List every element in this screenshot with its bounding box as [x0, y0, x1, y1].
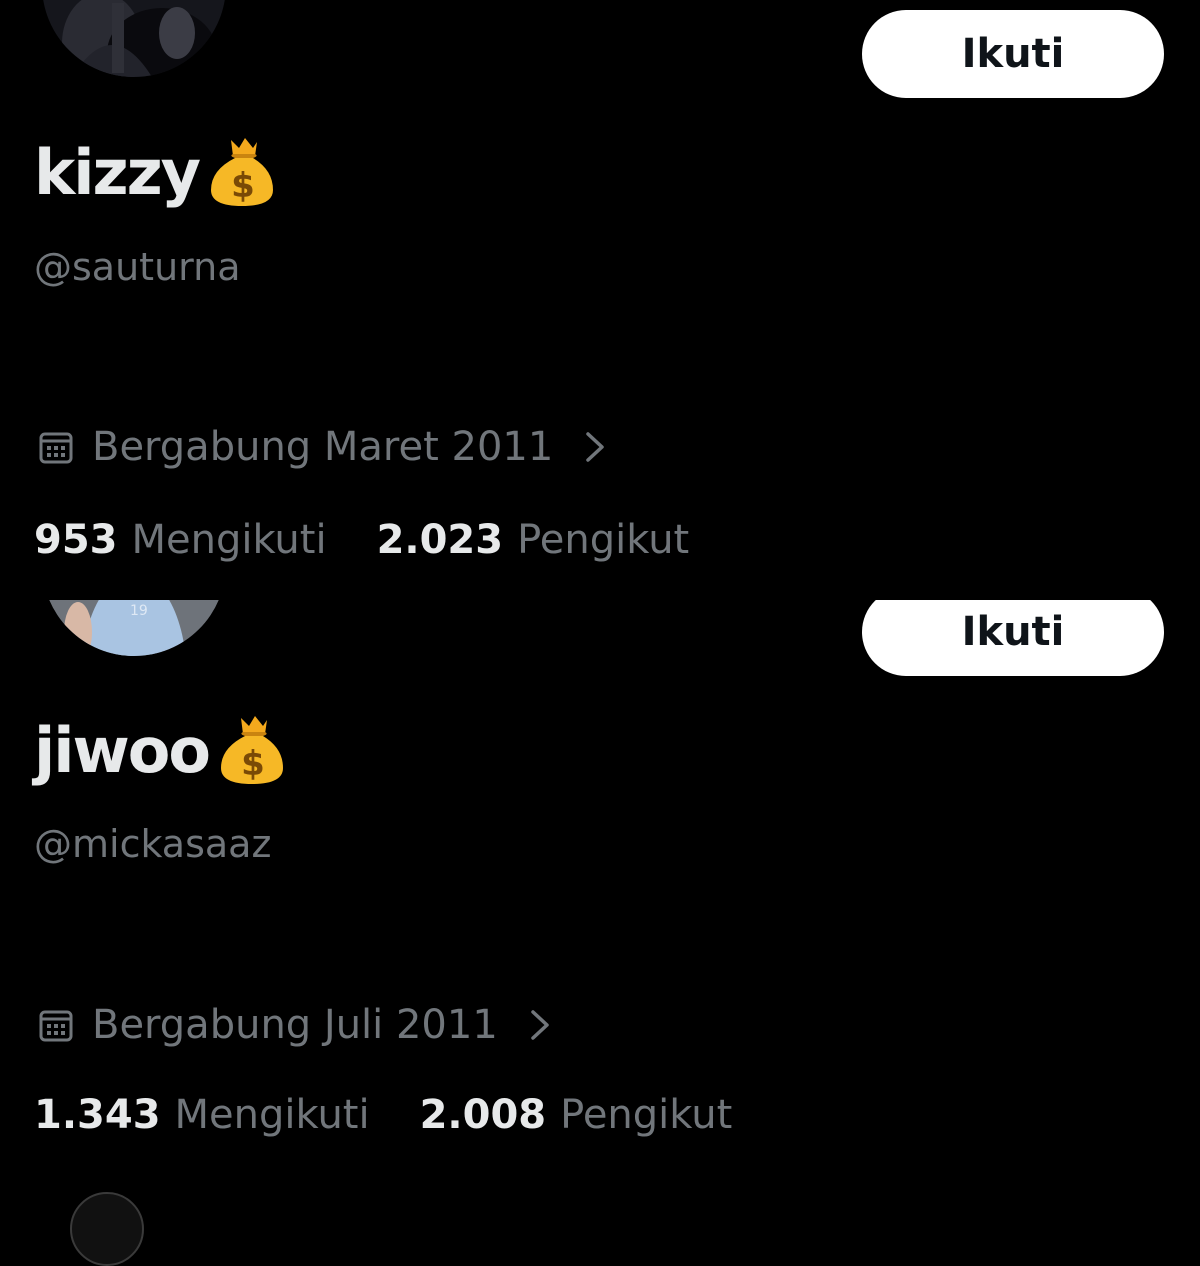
avatar-photo: 19: [42, 600, 226, 656]
display-name: jiwoo $: [34, 710, 289, 790]
svg-text:$: $: [231, 166, 253, 206]
join-date-text: Bergabung Juli 2011: [92, 1002, 498, 1048]
handle: @mickasaaz: [34, 822, 272, 866]
calendar-icon: [39, 1010, 73, 1042]
handle: @sauturna: [34, 245, 241, 289]
following-link[interactable]: 953 Mengikuti: [34, 517, 327, 563]
money-bag-icon: $: [211, 138, 274, 206]
chevron-right-icon: [586, 432, 605, 462]
chevron-right-icon: [531, 1010, 549, 1040]
display-name-text: jiwoo: [34, 713, 211, 787]
followers-link[interactable]: 2.008 Pengikut: [420, 1092, 733, 1138]
money-bag-icon: $: [220, 716, 283, 784]
next-profile-avatar[interactable]: [70, 1192, 144, 1266]
followers-link[interactable]: 2.023 Pengikut: [377, 517, 690, 563]
following-count: 1.343: [34, 1092, 161, 1138]
calendar-icon: [39, 432, 73, 464]
followers-label: Pengikut: [560, 1092, 733, 1138]
svg-text:$: $: [241, 744, 263, 784]
following-label: Mengikuti: [174, 1092, 370, 1138]
followers-label: Pengikut: [517, 517, 690, 563]
follow-button[interactable]: Ikuti: [862, 600, 1164, 676]
join-date-row[interactable]: Bergabung Maret 2011: [38, 424, 607, 470]
following-label: Mengikuti: [131, 517, 327, 563]
avatar[interactable]: 19: [42, 600, 226, 656]
avatar[interactable]: [42, 0, 226, 77]
follow-button[interactable]: Ikuti: [862, 10, 1164, 98]
profile-card-kizzy[interactable]: Ikuti kizzy $ @sauturna Bergabung Maret …: [0, 0, 1200, 600]
avatar-photo: [42, 0, 226, 77]
join-date-text: Bergabung Maret 2011: [92, 424, 554, 470]
join-date-row[interactable]: Bergabung Juli 2011: [38, 1002, 552, 1048]
stats-row: 953 Mengikuti 2.023 Pengikut: [34, 517, 739, 563]
display-name: kizzy $: [34, 132, 279, 212]
svg-text:19: 19: [130, 603, 148, 619]
stats-row: 1.343 Mengikuti 2.008 Pengikut: [34, 1092, 782, 1138]
profile-card-jiwoo[interactable]: 19 Ikuti jiwoo $ @mickasaaz Bergabung Ju…: [0, 600, 1200, 1200]
followers-count: 2.008: [419, 1092, 547, 1138]
following-count: 953: [34, 517, 118, 563]
display-name-text: kizzy: [34, 135, 201, 209]
followers-count: 2.023: [376, 517, 504, 563]
following-link[interactable]: 1.343 Mengikuti: [34, 1092, 370, 1138]
